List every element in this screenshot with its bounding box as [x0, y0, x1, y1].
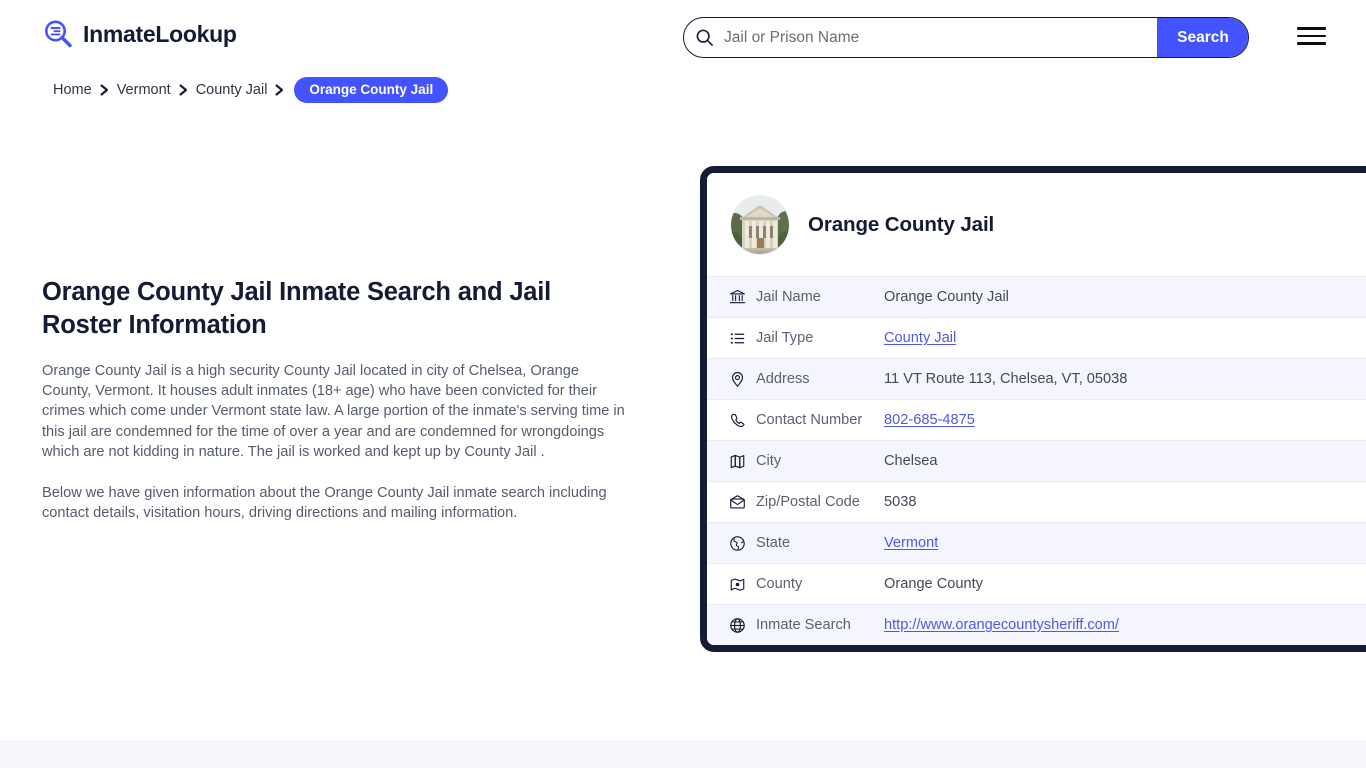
chevron-right-icon	[100, 84, 109, 96]
table-row: City Chelsea	[707, 440, 1366, 481]
card-header: Orange County Jail	[707, 173, 1366, 276]
chevron-right-icon	[275, 84, 284, 96]
map-pin-icon	[729, 371, 756, 388]
envelope-icon	[729, 494, 756, 511]
row-label: Inmate Search	[756, 617, 851, 633]
list-icon	[729, 330, 756, 347]
search-input[interactable]	[718, 18, 1157, 57]
jail-info-card: Orange County Jail Jail Name Orange Coun…	[700, 166, 1366, 652]
hamburger-bar	[1297, 34, 1326, 38]
breadcrumb-item-current: Orange County Jail	[294, 77, 449, 103]
row-label: County	[756, 576, 803, 592]
row-value-link[interactable]: http://www.orangecountysheriff.com/	[884, 617, 1119, 633]
row-value-link[interactable]: Vermont	[884, 535, 938, 551]
chevron-right-icon	[179, 84, 188, 96]
bank-building-icon	[729, 289, 756, 306]
row-label: Address	[756, 371, 810, 387]
breadcrumb-item-home[interactable]: Home	[53, 82, 92, 98]
page-root: InmateLookup Search Home Vermont	[0, 0, 1366, 768]
table-row: Jail Name Orange County Jail	[707, 276, 1366, 317]
search-button[interactable]: Search	[1157, 18, 1248, 57]
table-row: Inmate Search http://www.orangecountyshe…	[707, 604, 1366, 645]
brand-name: InmateLookup	[83, 20, 237, 47]
search-icon	[684, 28, 718, 47]
table-row: County Orange County	[707, 563, 1366, 604]
map-icon	[729, 453, 756, 470]
breadcrumb: Home Vermont County Jail Orange County J…	[53, 77, 449, 103]
courthouse-photo	[731, 196, 789, 254]
table-row: Jail Type County Jail	[707, 317, 1366, 358]
phone-icon	[729, 412, 756, 429]
breadcrumb-item-vermont[interactable]: Vermont	[117, 82, 171, 98]
row-value-link[interactable]: 802-685-4875	[884, 412, 975, 428]
footer-band	[0, 740, 1366, 768]
row-label: Contact Number	[756, 412, 863, 428]
row-value: Chelsea	[884, 453, 938, 469]
map-location-icon	[729, 576, 756, 593]
brand-logo[interactable]: InmateLookup	[42, 18, 237, 50]
row-label: Jail Type	[756, 330, 814, 346]
row-label: Zip/Postal Code	[756, 494, 860, 510]
row-label: Jail Name	[756, 289, 821, 305]
row-value-link[interactable]: County Jail	[884, 330, 956, 346]
row-label: City	[756, 453, 782, 469]
search-bar[interactable]: Search	[683, 17, 1249, 58]
hamburger-bar	[1297, 42, 1326, 45]
row-label: State	[756, 535, 791, 551]
jail-info-table: Jail Name Orange County Jail Jail Type C…	[707, 276, 1366, 645]
table-row: Contact Number 802-685-4875	[707, 399, 1366, 440]
hamburger-menu-icon[interactable]	[1297, 25, 1326, 47]
main-content: Orange County Jail Inmate Search and Jai…	[42, 276, 642, 523]
table-row: Address 11 VT Route 113, Chelsea, VT, 05…	[707, 358, 1366, 399]
row-value: 5038	[884, 494, 917, 510]
card-title: Orange County Jail	[808, 213, 995, 236]
globe-icon	[729, 617, 756, 634]
table-row: Zip/Postal Code 5038	[707, 481, 1366, 522]
row-value: Orange County	[884, 576, 983, 592]
row-value: Orange County Jail	[884, 289, 1009, 305]
description-paragraph-1: Orange County Jail is a high security Co…	[42, 363, 625, 460]
description-paragraph-2: Below we have given information about th…	[42, 485, 607, 522]
page-title: Orange County Jail Inmate Search and Jai…	[42, 278, 552, 339]
globe-americas-icon	[729, 535, 756, 552]
hamburger-bar	[1297, 27, 1326, 30]
magnifier-list-icon	[42, 18, 74, 50]
site-header: InmateLookup Search	[0, 0, 1366, 72]
breadcrumb-item-county-jail[interactable]: County Jail	[196, 82, 268, 98]
table-row: State Vermont	[707, 522, 1366, 563]
row-value: 11 VT Route 113, Chelsea, VT, 05038	[884, 371, 1128, 387]
